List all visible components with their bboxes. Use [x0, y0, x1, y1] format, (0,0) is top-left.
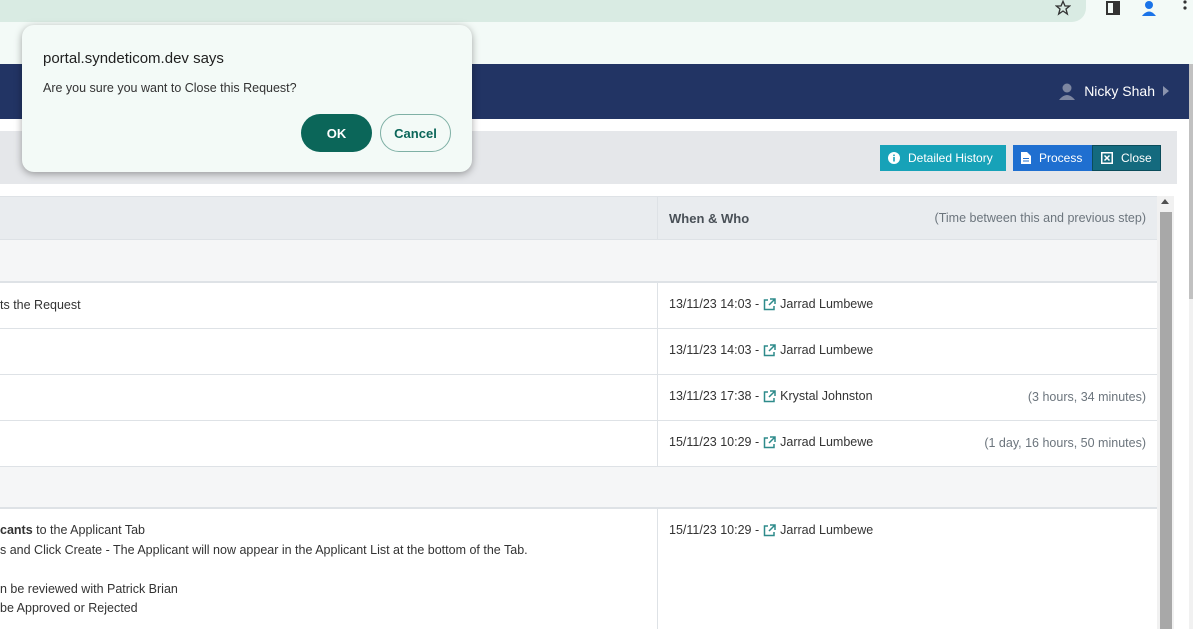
- external-link-icon[interactable]: [763, 523, 776, 537]
- close-label: Close: [1121, 151, 1152, 165]
- group-header-row: [0, 240, 1157, 283]
- when-who-cell: 13/11/23 14:03 - Jarrad Lumbewe: [669, 297, 873, 311]
- external-link-icon[interactable]: [763, 389, 776, 403]
- timestamp: 13/11/23 17:38 -: [669, 389, 760, 403]
- table-row: ts the Request 13/11/23 14:03 - Jarrad L…: [0, 283, 1157, 329]
- table-row: cants to the Applicant Tab s and Click C…: [0, 509, 1157, 629]
- table-header: When & Who (Time between this and previo…: [0, 196, 1157, 241]
- when-who-cell: 13/11/23 14:03 - Jarrad Lumbewe: [669, 343, 873, 357]
- detailed-history-button[interactable]: Detailed History: [880, 145, 1006, 171]
- duration: (3 hours, 34 minutes): [1027, 390, 1146, 404]
- timestamp: 13/11/23 14:03 -: [669, 297, 760, 311]
- step-line: cants to the Applicant Tab: [0, 523, 146, 537]
- page-scroll-thumb[interactable]: [1189, 64, 1193, 299]
- side-panel-icon[interactable]: [1103, 0, 1123, 16]
- info-icon: [888, 152, 900, 164]
- timestamp: 13/11/23 14:03 -: [669, 343, 760, 357]
- detailed-history-label: Detailed History: [908, 151, 993, 165]
- when-who-cell: 13/11/23 17:38 - Krystal Johnston: [669, 389, 873, 403]
- scroll-up-icon[interactable]: [1161, 199, 1169, 204]
- address-bar[interactable]: [0, 0, 1086, 22]
- history-table: When & Who (Time between this and previo…: [0, 196, 1157, 629]
- process-label: Process: [1039, 151, 1083, 165]
- dialog-message: Are you sure you want to Close this Requ…: [43, 81, 297, 95]
- dialog-title: portal.syndeticom.dev says: [43, 50, 224, 67]
- caret-right-icon: [1163, 86, 1169, 96]
- user-name: Nicky Shah: [1084, 83, 1155, 99]
- external-link-icon[interactable]: [763, 343, 776, 357]
- user-link[interactable]: Jarrad Lumbewe: [780, 435, 873, 449]
- table-row: 13/11/23 17:38 - Krystal Johnston (3 hou…: [0, 375, 1157, 421]
- document-icon: [1021, 152, 1031, 164]
- confirm-dialog: portal.syndeticom.dev says Are you sure …: [22, 25, 472, 172]
- step-line: be Approved or Rejected: [0, 601, 138, 615]
- external-link-icon[interactable]: [763, 435, 776, 449]
- table-scroll-thumb[interactable]: [1160, 212, 1172, 629]
- external-link-icon[interactable]: [763, 297, 776, 311]
- user-link[interactable]: Jarrad Lumbewe: [780, 343, 873, 357]
- close-box-icon: [1101, 152, 1113, 164]
- header-when-who: When & Who: [669, 211, 750, 226]
- step-description: ts the Request: [0, 298, 81, 312]
- user-link[interactable]: Jarrad Lumbewe: [780, 297, 873, 311]
- user-link[interactable]: Jarrad Lumbewe: [780, 523, 873, 537]
- user-menu[interactable]: Nicky Shah: [1058, 82, 1169, 100]
- user-link[interactable]: Krystal Johnston: [780, 389, 872, 403]
- cancel-button[interactable]: Cancel: [380, 114, 451, 152]
- ok-button[interactable]: OK: [301, 114, 372, 152]
- table-row: 15/11/23 10:29 - Jarrad Lumbewe (1 day, …: [0, 421, 1157, 467]
- table-row: 13/11/23 14:03 - Jarrad Lumbewe: [0, 329, 1157, 375]
- more-menu-icon[interactable]: [1175, 0, 1193, 16]
- header-time-between: (Time between this and previous step): [934, 211, 1146, 225]
- close-request-button[interactable]: Close: [1092, 145, 1161, 171]
- bookmark-star-icon[interactable]: [1053, 0, 1073, 16]
- duration: (1 day, 16 hours, 50 minutes): [984, 436, 1146, 450]
- step-line: n be reviewed with Patrick Brian: [0, 582, 178, 596]
- process-button[interactable]: Process: [1013, 145, 1093, 171]
- timestamp: 15/11/23 10:29 -: [669, 435, 760, 449]
- user-icon: [1059, 83, 1076, 100]
- timestamp: 15/11/23 10:29 -: [669, 523, 760, 537]
- step-line: s and Click Create - The Applicant will …: [0, 543, 528, 557]
- when-who-cell: 15/11/23 10:29 - Jarrad Lumbewe: [669, 435, 873, 449]
- when-who-cell: 15/11/23 10:29 - Jarrad Lumbewe: [669, 523, 873, 537]
- profile-icon[interactable]: [1139, 0, 1159, 16]
- group-header-row: [0, 467, 1157, 509]
- column-divider: [657, 197, 658, 241]
